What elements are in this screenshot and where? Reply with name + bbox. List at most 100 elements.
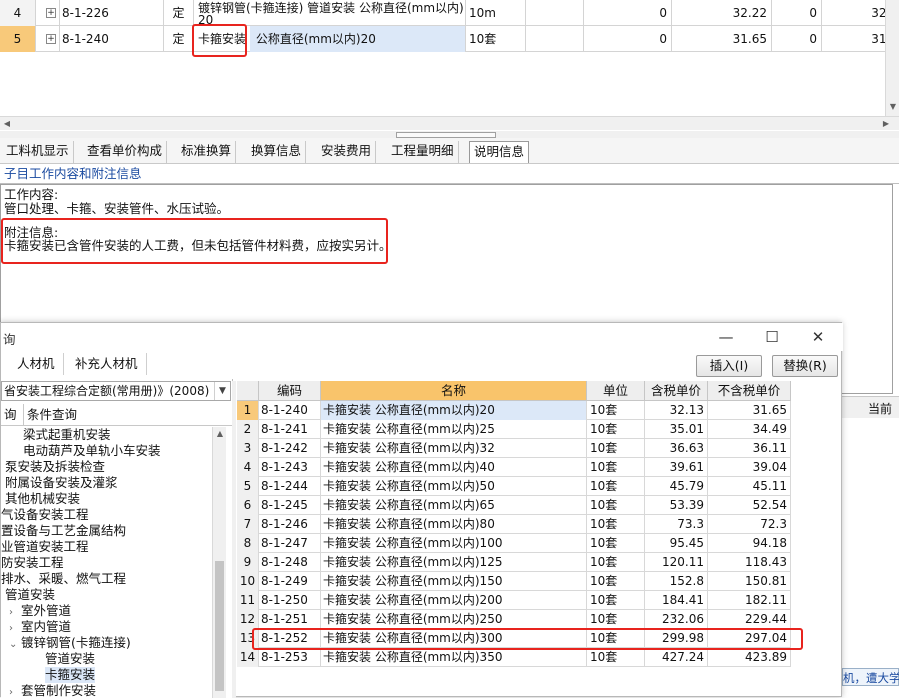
tab-quantity-detail[interactable]: 工程量明细 [387,141,459,163]
tree-item[interactable]: 其他机械安装 [5,491,80,507]
tree-item-label: 镀锌钢管(卡箍连接) [21,635,131,650]
row-index: 2 [237,420,259,439]
tab-install-fee[interactable]: 安装费用 [317,141,377,163]
tab-material-display[interactable]: 工料机显示 [2,141,74,163]
row-code: 8-1-240 [60,26,164,52]
row-code: 8-1-226 [60,0,164,26]
tree-item-label: 排水、采暖、燃气工程 [1,571,127,586]
replace-button[interactable]: 替换(R) [772,355,838,377]
row-unit: 10套 [587,439,645,458]
tree-item[interactable]: 电动葫芦及单轨小车安装 [23,443,161,459]
tree-item-label: 室内管道 [21,619,72,634]
tree-item[interactable]: 梁式起重机安装 [23,427,111,443]
tree-item[interactable]: 防安装工程 [1,555,64,571]
tab-conversion-info[interactable]: 换算信息 [247,141,307,163]
tree-item[interactable]: 管道安装 [45,651,95,667]
tree-item[interactable]: 泵安装及拆装检查 [5,459,105,475]
row-index: 5 [237,477,259,496]
quota-row-selected[interactable]: 5 + 8-1-240 定 卡箍安装 公称直径(mm以内)20 10套 0 31… [0,26,899,52]
table-row[interactable]: 14 8-1-253 卡箍安装 公称直径(mm以内)350 10套 427.24 423.… [237,648,791,667]
tree-item[interactable]: 排水、采暖、燃气工程 [1,571,126,587]
row-index: 12 [237,610,259,629]
row-tax-price: 120.11 [645,553,708,572]
splitter[interactable] [0,131,899,138]
minimize-icon[interactable]: — [711,327,741,347]
tab-standard-conversion[interactable]: 标准换算 [177,141,237,163]
row-name: 卡箍安装 公称直径(mm以内)200 [321,591,587,610]
tab-query[interactable]: 询 [1,404,20,426]
scroll-left-icon[interactable]: ◀ [0,117,14,131]
status-bar-right: 当前 [842,396,899,418]
row-code: 8-1-253 [259,648,321,667]
expand-plus-icon[interactable]: + [46,8,56,18]
chevron-right-icon[interactable]: › [9,685,21,698]
row-code: 8-1-248 [259,553,321,572]
row-tax-price: 427.24 [645,648,708,667]
expand-plus-icon[interactable]: + [46,34,56,44]
grid-vertical-scrollbar[interactable]: ▼ [885,0,899,116]
table-row[interactable]: 1 8-1-240 卡箍安装 公称直径(mm以内)20 10套 32.13 31.65 [237,401,791,420]
scroll-down-icon[interactable]: ▼ [886,100,899,114]
row-unit: 10m [466,0,526,26]
header-name[interactable]: 名称 [321,381,587,401]
tree-item[interactable]: 卡箍安装 [45,667,96,683]
pane-splitter[interactable] [232,381,236,698]
row-index: 3 [237,439,259,458]
row-value-3: 0 [772,26,822,52]
tree-item[interactable]: 气设备安装工程 [1,507,89,523]
tab-unit-price[interactable]: 查看单价构成 [83,141,168,163]
row-unit: 10套 [587,496,645,515]
scroll-up-icon[interactable]: ▲ [213,427,227,441]
tree-item-label: 管道安装 [5,587,56,602]
tree-tabs: 询 条件查询 [1,404,233,426]
row-empty [526,26,584,52]
row-index: 11 [237,591,259,610]
table-row[interactable]: 12 8-1-251 卡箍安装 公称直径(mm以内)250 10套 232.06 229.… [237,610,791,629]
close-icon[interactable]: ✕ [803,327,833,347]
table-row[interactable]: 5 8-1-244 卡箍安装 公称直径(mm以内)50 10套 45.79 45.11 [237,477,791,496]
scroll-right-icon[interactable]: ▶ [879,117,893,131]
chevron-down-icon[interactable]: ⌄ [9,637,21,653]
row-name: 卡箍安装 公称直径(mm以内)350 [321,648,587,667]
row-name: 卡箍安装 公称直径(mm以内)20 [321,401,587,420]
tab-extra-resources[interactable]: 补充人材机 [67,353,147,375]
table-row[interactable]: 10 8-1-249 卡箍安装 公称直径(mm以内)150 10套 152.8 150.8… [237,572,791,591]
table-row[interactable]: 8 8-1-247 卡箍安装 公称直径(mm以内)100 10套 95.45 94.18 [237,534,791,553]
tree-item-label: 室外管道 [21,603,72,618]
tab-condition-query[interactable]: 条件查询 [23,404,80,426]
tree-item[interactable]: 置设备与工艺金属结构 [1,523,126,539]
row-notax-price: 34.49 [708,420,791,439]
subheader: 子目工作内容和附注信息 [0,164,899,184]
tree-vertical-scrollbar[interactable]: ▲ [212,427,226,698]
scroll-thumb[interactable] [215,561,224,691]
tree-item-label: 防安装工程 [1,555,64,570]
tree-item[interactable]: 管道安装 [5,587,55,603]
bottom-notification[interactable]: 机，遭大学 [842,668,899,686]
chevron-down-icon[interactable]: ▼ [214,382,230,400]
table-row[interactable]: 2 8-1-241 卡箍安装 公称直径(mm以内)25 10套 35.01 34.49 [237,420,791,439]
table-row[interactable]: 11 8-1-250 卡箍安装 公称直径(mm以内)200 10套 184.41 182.… [237,591,791,610]
header-unit[interactable]: 单位 [587,381,645,401]
tree-item-label: 梁式起重机安装 [23,427,111,442]
header-notax-price[interactable]: 不含税单价 [708,381,791,401]
tree-item[interactable]: › 套管制作安装 [9,683,96,698]
quota-tree-pane: 省安装工程综合定额(常用册)》(2008) ▼ 询 条件查询 梁式起重机安装 电动… [1,379,233,698]
tab-resources[interactable]: 人材机 [9,353,64,375]
quota-row[interactable]: 4 + 8-1-226 定 镀锌钢管(卡箍连接) 管道安装 公称直径(mm以内)… [0,0,899,26]
table-row[interactable]: 9 8-1-248 卡箍安装 公称直径(mm以内)125 10套 120.11 118.4… [237,553,791,572]
dialog-titlebar[interactable]: 询 — ☐ ✕ [1,323,843,351]
header-code[interactable]: 编码 [259,381,321,401]
tab-description[interactable]: 说明信息 [469,141,530,163]
library-select[interactable]: 省安装工程综合定额(常用册)》(2008) ▼ [1,381,231,401]
table-row[interactable]: 6 8-1-245 卡箍安装 公称直径(mm以内)65 10套 53.39 52.54 [237,496,791,515]
table-row[interactable]: 3 8-1-242 卡箍安装 公称直径(mm以内)32 10套 36.63 36.11 [237,439,791,458]
tree-item[interactable]: 业管道安装工程 [1,539,89,555]
header-tax-price[interactable]: 含税单价 [645,381,708,401]
tree-item[interactable]: 附属设备安装及灌浆 [5,475,118,491]
maximize-icon[interactable]: ☐ [757,327,787,347]
grid-horizontal-scrollbar[interactable]: ◀ ▶ [0,116,899,130]
insert-button[interactable]: 插入(I) [696,355,762,377]
table-row[interactable]: 7 8-1-246 卡箍安装 公称直径(mm以内)80 10套 73.3 72.3 [237,515,791,534]
row-tax-price: 95.45 [645,534,708,553]
table-row[interactable]: 4 8-1-243 卡箍安装 公称直径(mm以内)40 10套 39.61 39.04 [237,458,791,477]
